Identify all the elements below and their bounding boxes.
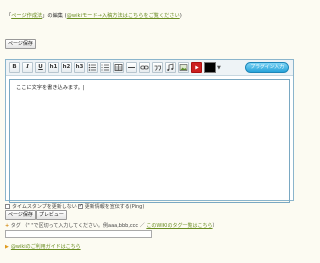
page-heading: 「ページ作成法」の編集 (@wikiモード→入稿方法はこちらをご覧ください) bbox=[6, 12, 182, 19]
image-button[interactable] bbox=[178, 62, 189, 73]
editor-mode-link[interactable]: @wikiモード→入稿方法はこちらをご覧ください bbox=[67, 13, 180, 19]
preview-button[interactable]: プレビュー bbox=[35, 210, 67, 220]
horizontal-rule-icon bbox=[128, 67, 135, 68]
no-timestamp-checkbox[interactable] bbox=[5, 204, 10, 209]
link-icon bbox=[140, 65, 149, 70]
chevron-down-icon[interactable]: ▼ bbox=[217, 65, 221, 71]
edit-options: タイムスタンプを更新しない 更新情報を宣伝する(Ping) bbox=[5, 203, 144, 210]
save-page-button[interactable]: ページ保存 bbox=[5, 210, 36, 220]
numbered-list-icon bbox=[101, 64, 109, 71]
quote-button[interactable] bbox=[152, 62, 163, 73]
heading2-button[interactable]: h2 bbox=[61, 62, 72, 73]
youtube-icon bbox=[195, 65, 199, 70]
editor-toolbar: B I U h1 h2 h3 ▼ プラグイン入力 bbox=[6, 60, 293, 76]
heading-edit-text: 」の編集 ( bbox=[42, 13, 67, 19]
bullet-list-button[interactable] bbox=[87, 62, 98, 73]
user-guide-link[interactable]: @wikiのご利用ガイドはこちら bbox=[11, 244, 81, 250]
horizontal-rule-button[interactable] bbox=[126, 62, 137, 73]
editor-textarea[interactable]: ここに文字を書き込みます。| bbox=[9, 79, 290, 203]
youtube-button[interactable] bbox=[191, 62, 202, 73]
tag-instructions: + タグ （" "で区切って入力してください。例aaa,bbb,ccc ／ この… bbox=[5, 222, 218, 229]
heading-close: ) bbox=[179, 13, 182, 19]
table-icon bbox=[114, 64, 123, 71]
tag-label: タグ （" "で区切って入力してください。例aaa,bbb,ccc ／ bbox=[10, 223, 145, 229]
wiki-editor: B I U h1 h2 h3 ▼ プラグイン入力 ここに文字を書き込みます。| bbox=[5, 59, 294, 203]
tag-input[interactable] bbox=[5, 230, 152, 238]
no-timestamp-label: タイムスタンプを更新しない bbox=[12, 204, 77, 210]
page-name-link[interactable]: ページ作成法 bbox=[11, 13, 42, 19]
submit-buttons: ページ保存 プレビュー bbox=[5, 210, 67, 220]
bold-button[interactable]: B bbox=[9, 62, 20, 73]
tag-label-close: ） bbox=[212, 223, 218, 229]
tag-list-link[interactable]: このWIKIのタグ一覧はこちら bbox=[146, 223, 212, 229]
heading1-button[interactable]: h1 bbox=[48, 62, 59, 73]
music-note-icon bbox=[167, 63, 174, 71]
heading3-button[interactable]: h3 bbox=[74, 62, 85, 73]
triangle-right-icon: ▶ bbox=[5, 244, 9, 250]
table-button[interactable] bbox=[113, 62, 124, 73]
image-icon bbox=[179, 64, 188, 71]
numbered-list-button[interactable] bbox=[100, 62, 111, 73]
ping-checkbox[interactable] bbox=[77, 203, 83, 209]
plugin-input-button[interactable]: プラグイン入力 bbox=[245, 62, 289, 73]
save-page-button-top[interactable]: ページ保存 bbox=[5, 39, 36, 49]
ping-label: 更新情報を宣伝する(Ping) bbox=[84, 204, 145, 210]
quote-icon bbox=[154, 65, 161, 71]
tag-plus-icon: + bbox=[5, 223, 10, 229]
music-button[interactable] bbox=[165, 62, 176, 73]
underline-button[interactable]: U bbox=[35, 62, 46, 73]
link-button[interactable] bbox=[139, 62, 150, 73]
guide-line: ▶ @wikiのご利用ガイドはこちら bbox=[5, 243, 81, 250]
bullet-list-icon bbox=[88, 64, 96, 71]
italic-button[interactable]: I bbox=[22, 62, 33, 73]
text-color-swatch[interactable] bbox=[204, 62, 216, 73]
